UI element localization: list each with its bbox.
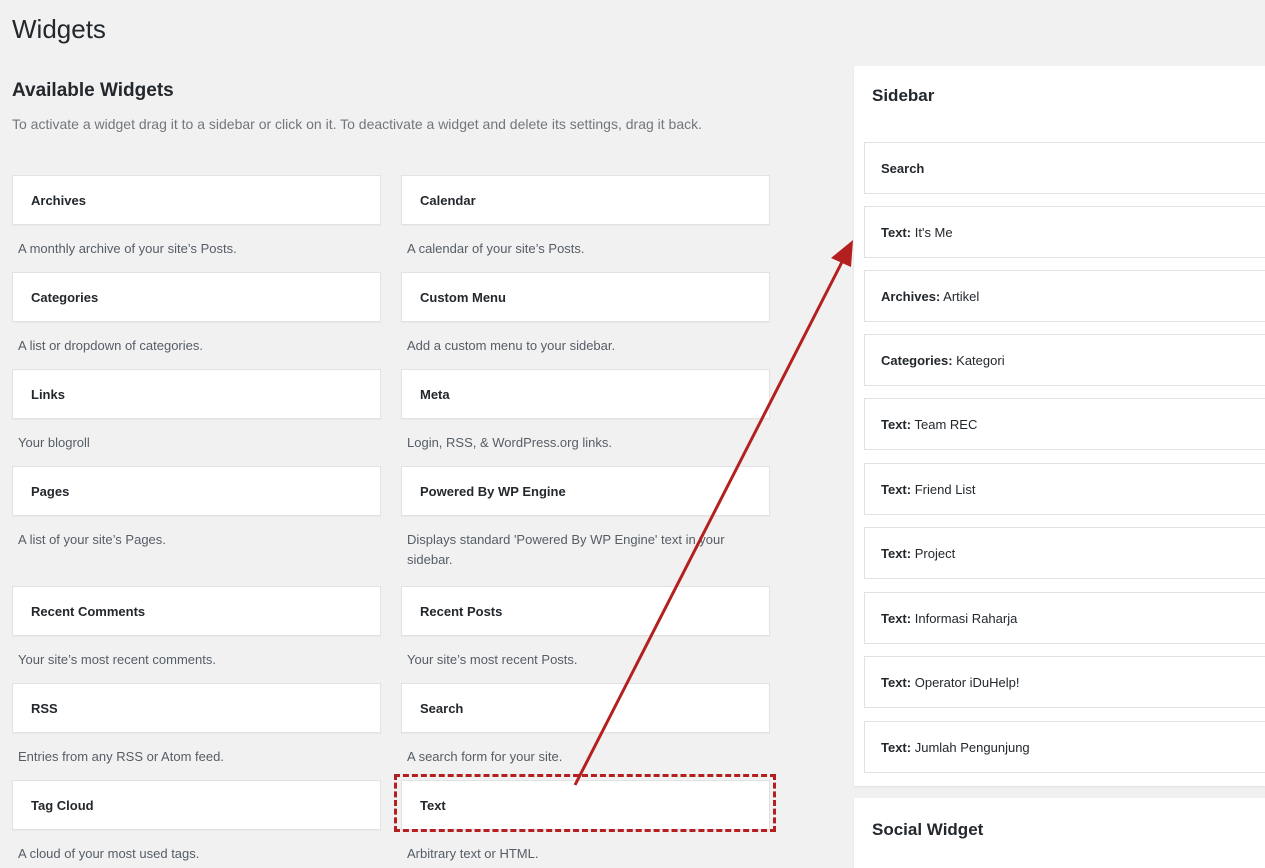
page-title: Widgets [12, 14, 106, 44]
widget-tag-cloud[interactable]: Tag Cloud [12, 780, 381, 830]
widget-type: Text: [881, 546, 912, 561]
widget-description: A search form for your site. [407, 749, 563, 764]
widget-description: Entries from any RSS or Atom feed. [18, 749, 224, 764]
widget-title: Archives [31, 193, 86, 208]
widget-title: Categories [31, 290, 99, 305]
widget-type: Text: [881, 225, 912, 240]
widget-meta[interactable]: Meta [401, 369, 770, 419]
sidebar-widget-text-project[interactable]: Text: Project [864, 527, 1265, 579]
widget-rss[interactable]: RSS [12, 683, 381, 733]
widget-title: Tag Cloud [31, 798, 94, 813]
drag-arrow-head [831, 240, 853, 267]
widget-instance-title: Operator iDuHelp! [914, 675, 1020, 690]
widget-instance-title: Informasi Raharja [914, 611, 1018, 626]
widget-search[interactable]: Search [401, 683, 770, 733]
widget-title: Custom Menu [420, 290, 506, 305]
widget-custom-menu[interactable]: Custom Menu [401, 272, 770, 322]
widget-title: Calendar [420, 193, 476, 208]
widget-archives[interactable]: Archives [12, 175, 381, 225]
widget-description: Login, RSS, & WordPress.org links. [407, 435, 612, 450]
widget-instance-title: Project [914, 546, 956, 561]
widget-instance-title: It's Me [914, 225, 953, 240]
sidebar-widget-label: Text: Informasi Raharja [881, 611, 1017, 626]
sidebar-widget-label: Text: It's Me [881, 225, 953, 240]
widget-type: Text: [881, 482, 912, 497]
sidebar-widget-label: Text: Team REC [881, 417, 977, 432]
widget-description: Arbitrary text or HTML. [407, 846, 539, 861]
widget-description: Your blogroll [18, 435, 90, 450]
widget-links[interactable]: Links [12, 369, 381, 419]
sidebar-widget-text-friend-list[interactable]: Text: Friend List [864, 463, 1265, 515]
widget-type: Search [881, 161, 925, 176]
sidebar-widget-text-jumlah-pengunjung[interactable]: Text: Jumlah Pengunjung [864, 721, 1265, 773]
social-widget-title: Social Widget [872, 820, 984, 839]
widget-text[interactable]: Text [401, 780, 770, 830]
widget-calendar[interactable]: Calendar [401, 175, 770, 225]
widget-type: Text: [881, 740, 912, 755]
sidebar-widget-label: Archives: Artikel [881, 289, 979, 304]
widget-description: A list of your site’s Pages. [18, 532, 166, 547]
widget-instance-title: Kategori [956, 353, 1005, 368]
widget-categories[interactable]: Categories [12, 272, 381, 322]
widget-type: Text: [881, 675, 912, 690]
social-widget-area[interactable]: Social Widget [854, 798, 1265, 868]
widget-title: Links [31, 387, 65, 402]
sidebar-widget-label: Text: Friend List [881, 482, 975, 497]
sidebar-widget-text-operator-iduhelp[interactable]: Text: Operator iDuHelp! [864, 656, 1265, 708]
widget-type: Archives: [881, 289, 941, 304]
available-widgets-description: To activate a widget drag it to a sideba… [12, 116, 703, 132]
widget-title: RSS [31, 701, 58, 716]
sidebar-widget-search[interactable]: Search [864, 142, 1265, 194]
widget-description: Add a custom menu to your sidebar. [407, 338, 616, 353]
sidebar-widget-label: Text: Jumlah Pengunjung [881, 740, 1030, 755]
widget-title: Pages [31, 484, 70, 499]
sidebar-widget-archives-artikel[interactable]: Archives: Artikel [864, 270, 1265, 322]
widget-description: A list or dropdown of categories. [18, 338, 203, 353]
widget-description: Your site’s most recent comments. [18, 652, 216, 667]
sidebar-widget-text-informasi-raharja[interactable]: Text: Informasi Raharja [864, 592, 1265, 644]
widget-description: A cloud of your most used tags. [18, 846, 200, 861]
widget-title: Text [420, 798, 446, 813]
widget-type: Text: [881, 611, 912, 626]
widget-title: Meta [420, 387, 450, 402]
widget-instance-title: Artikel [943, 289, 980, 304]
widget-description: Displays standard 'Powered By WP Engine'… [407, 532, 725, 567]
widget-description: Your site’s most recent Posts. [407, 652, 578, 667]
widget-title: Powered By WP Engine [420, 484, 566, 499]
sidebar-widget-label: Text: Project [881, 546, 955, 561]
sidebar-widget-area[interactable]: Sidebar Search Text: It's Me Archives: A… [854, 66, 1265, 786]
widget-title: Recent Comments [31, 604, 146, 619]
widget-instance-title: Team REC [914, 417, 978, 432]
widget-powered-by-wp-engine[interactable]: Powered By WP Engine [401, 466, 770, 516]
widget-instance-title: Friend List [914, 482, 976, 497]
sidebar-widget-text-team-rec[interactable]: Text: Team REC [864, 398, 1265, 450]
sidebar-widget-categories-kategori[interactable]: Categories: Kategori [864, 334, 1265, 386]
widget-recent-posts[interactable]: Recent Posts [401, 586, 770, 636]
sidebar-widget-text-its-me[interactable]: Text: It's Me [864, 206, 1265, 258]
widget-recent-comments[interactable]: Recent Comments [12, 586, 381, 636]
sidebar-widget-label: Text: Operator iDuHelp! [881, 675, 1020, 690]
widget-description: A monthly archive of your site’s Posts. [18, 241, 237, 256]
widget-title: Recent Posts [420, 604, 503, 619]
sidebar-title: Sidebar [872, 86, 935, 105]
widget-description: A calendar of your site’s Posts. [407, 241, 585, 256]
widget-title: Search [420, 701, 464, 716]
widget-instance-title: Jumlah Pengunjung [914, 740, 1030, 755]
widget-type: Text: [881, 417, 912, 432]
sidebar-widget-label: Categories: Kategori [881, 353, 1005, 368]
widget-type: Categories: [881, 353, 953, 368]
widget-pages[interactable]: Pages [12, 466, 381, 516]
sidebar-widget-label: Search [881, 161, 924, 176]
available-widgets-heading: Available Widgets [12, 80, 174, 101]
